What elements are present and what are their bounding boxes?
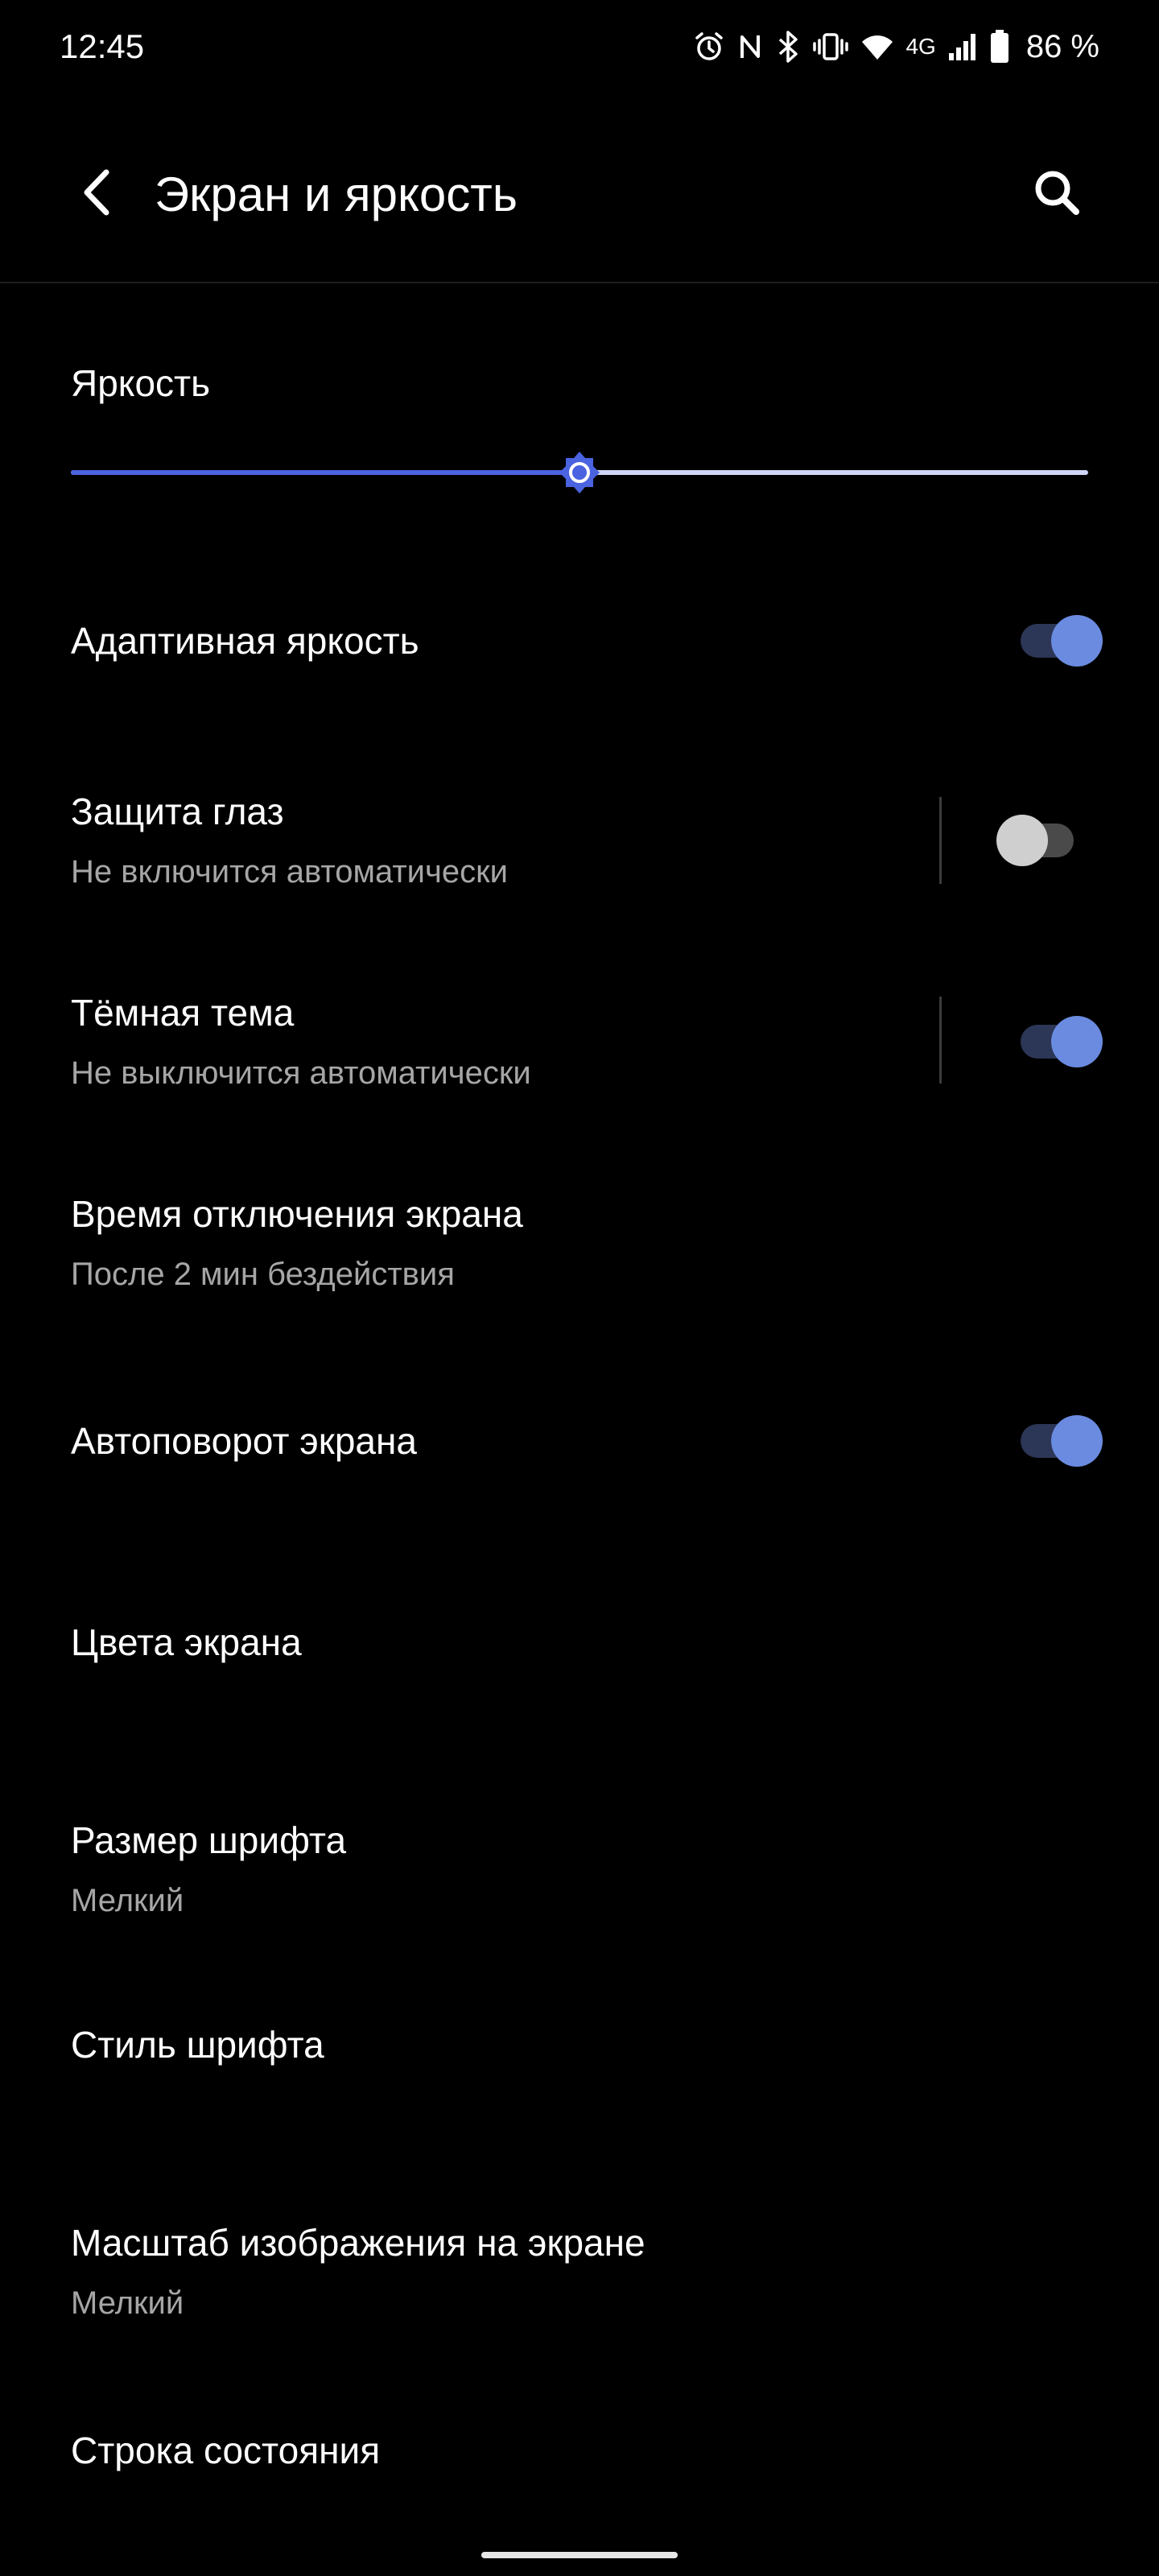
screen-colors-row[interactable]: Цвета экрана <box>0 1594 1159 1690</box>
search-button[interactable] <box>1021 158 1093 230</box>
toggle-knob <box>1051 615 1103 667</box>
adaptive-brightness-title: Адаптивная яркость <box>71 620 419 662</box>
status-bar: 12:45 4G 86 % <box>0 0 1159 93</box>
dark-theme-toggle[interactable] <box>1016 1013 1107 1071</box>
auto-rotate-toggle[interactable] <box>1016 1412 1107 1470</box>
screen-timeout-title: Время отключения экрана <box>71 1193 523 1235</box>
signal-icon <box>947 31 978 63</box>
screen-timeout-row[interactable]: Время отключения экрана После 2 мин безд… <box>0 1175 1159 1304</box>
wifi-icon <box>860 31 894 63</box>
auto-rotate-row[interactable]: Автоповорот экрана <box>0 1393 1159 1489</box>
display-scale-subtitle: Мелкий <box>71 2285 184 2321</box>
status-bar-setting-title: Строка состояния <box>71 2429 381 2471</box>
status-icons: 4G 86 % <box>693 23 1099 71</box>
search-icon <box>1031 167 1083 222</box>
eye-protection-toggle[interactable] <box>996 811 1088 869</box>
font-size-row[interactable]: Размер шрифта Мелкий <box>0 1802 1159 1930</box>
battery-icon <box>989 29 1010 64</box>
font-size-title: Размер шрифта <box>71 1819 347 1861</box>
dark-theme-title: Тёмная тема <box>71 992 295 1034</box>
dark-theme-subtitle: Не выключится автоматически <box>71 1055 531 1091</box>
brightness-slider-thumb[interactable] <box>551 444 608 501</box>
display-scale-row[interactable]: Масштаб изображения на экране Мелкий <box>0 2204 1159 2333</box>
font-style-title: Стиль шрифта <box>71 2024 324 2066</box>
eye-protection-subtitle: Не включится автоматически <box>71 854 508 890</box>
brightness-sun-icon <box>551 452 608 504</box>
brightness-slider-fill <box>71 470 580 475</box>
toggle-knob <box>1051 1016 1103 1067</box>
font-style-row[interactable]: Стиль шрифта <box>0 1996 1159 2093</box>
back-button[interactable] <box>61 158 134 230</box>
screen-timeout-subtitle: После 2 мин бездействия <box>71 1257 455 1292</box>
adaptive-brightness-toggle[interactable] <box>1016 612 1107 670</box>
vibrate-icon <box>812 31 849 63</box>
display-scale-title: Масштаб изображения на экране <box>71 2222 645 2264</box>
back-arrow-icon <box>77 167 118 221</box>
status-bar-setting-row[interactable]: Строка состояния <box>0 2402 1159 2499</box>
dark-theme-divider <box>939 997 942 1084</box>
toggle-knob <box>1051 1415 1103 1467</box>
page-title: Экран и яркость <box>155 167 518 221</box>
battery-percentage: 86 % <box>1025 29 1099 64</box>
brightness-label: Яркость <box>71 362 211 404</box>
nfc-icon <box>736 31 764 63</box>
status-time: 12:45 <box>60 27 145 65</box>
dark-theme-row[interactable]: Тёмная тема Не выключится автоматически <box>0 974 1159 1103</box>
network-type-label: 4G <box>905 34 936 59</box>
toggle-knob <box>996 815 1048 866</box>
auto-rotate-title: Автоповорот экрана <box>71 1420 417 1462</box>
brightness-slider[interactable] <box>71 444 1088 501</box>
adaptive-brightness-row[interactable]: Адаптивная яркость <box>0 592 1159 689</box>
gesture-navigation-bar[interactable] <box>481 2552 678 2558</box>
screen-colors-title: Цвета экрана <box>71 1621 302 1663</box>
font-size-subtitle: Мелкий <box>71 1883 184 1918</box>
app-bar: Экран и яркость <box>0 121 1159 282</box>
eye-protection-row[interactable]: Защита глаз Не включится автоматически <box>0 773 1159 902</box>
eye-protection-title: Защита глаз <box>71 791 284 832</box>
bluetooth-icon <box>775 30 801 64</box>
alarm-icon <box>693 31 725 63</box>
app-bar-divider <box>0 282 1159 283</box>
eye-protection-divider <box>939 797 942 884</box>
